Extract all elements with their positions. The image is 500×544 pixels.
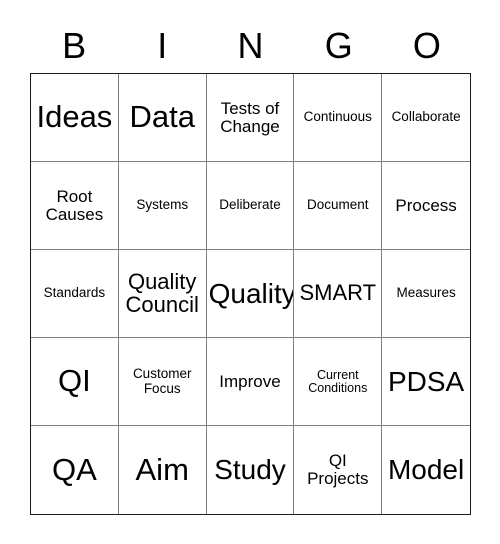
bingo-cell-label: QI Projects xyxy=(307,451,369,488)
bingo-header-letter-b: B xyxy=(62,24,87,66)
bingo-cell-label: Study xyxy=(214,454,286,486)
bingo-header-row: B I N G O xyxy=(30,18,471,73)
bingo-cell-label: Collaborate xyxy=(391,109,461,125)
bingo-cell-label: Standards xyxy=(43,285,106,301)
bingo-header-letter-n: N xyxy=(237,24,264,66)
bingo-cell[interactable]: Tests of Change xyxy=(206,74,295,162)
bingo-cell[interactable]: Deliberate xyxy=(206,162,295,250)
bingo-cell[interactable]: Standards xyxy=(31,250,119,338)
bingo-cell[interactable]: Aim xyxy=(118,426,207,514)
bingo-cell-label: Aim xyxy=(135,451,189,487)
bingo-cell[interactable]: Quality xyxy=(206,250,295,338)
bingo-header-letter-g: G xyxy=(324,24,353,66)
bingo-cell[interactable]: QI xyxy=(31,338,119,426)
bingo-cell[interactable]: QA xyxy=(31,426,119,514)
bingo-cell[interactable]: Ideas xyxy=(31,74,119,162)
bingo-header-letter-o: O xyxy=(412,24,441,66)
bingo-cell-label: Quality xyxy=(208,277,295,309)
bingo-cell-label: Current Conditions xyxy=(308,367,368,395)
bingo-cell[interactable]: Current Conditions xyxy=(294,338,383,426)
bingo-cell-label: Improve xyxy=(219,371,281,391)
bingo-cell-label: Model xyxy=(387,454,465,486)
bingo-cell-label: Tests of Change xyxy=(220,98,280,136)
bingo-cell[interactable]: Collaborate xyxy=(382,74,470,162)
bingo-cell[interactable]: Document xyxy=(294,162,383,250)
bingo-cell[interactable]: Customer Focus xyxy=(118,338,207,426)
bingo-cell-label: Customer Focus xyxy=(132,366,192,396)
bingo-cell-label: Measures xyxy=(396,285,456,301)
bingo-cell-label: Deliberate xyxy=(219,197,281,213)
bingo-cell-label: QI xyxy=(58,363,91,399)
bingo-grid: Ideas Data Tests of Change Continuous Co… xyxy=(30,73,471,515)
bingo-cell-label: Document xyxy=(307,197,369,213)
bingo-cell-label: Ideas xyxy=(36,99,113,135)
bingo-cell-label: Data xyxy=(129,99,195,135)
bingo-cell[interactable]: Data xyxy=(118,74,207,162)
bingo-cell[interactable]: QI Projects xyxy=(294,426,383,514)
bingo-cell[interactable]: Root Causes xyxy=(31,162,119,250)
bingo-cell-label: PDSA xyxy=(387,365,465,397)
bingo-cell[interactable]: PDSA xyxy=(382,338,470,426)
bingo-cell-label: SMART xyxy=(299,280,377,306)
bingo-cell[interactable]: Measures xyxy=(382,250,470,338)
bingo-header-letter-i: I xyxy=(157,24,168,66)
bingo-cell-label: Quality Council xyxy=(125,268,199,317)
bingo-cell[interactable]: Quality Council xyxy=(118,250,207,338)
bingo-cell-label: QA xyxy=(52,451,97,487)
bingo-cell[interactable]: Continuous xyxy=(294,74,383,162)
bingo-cell[interactable]: Process xyxy=(382,162,470,250)
bingo-cell-label: Root Causes xyxy=(45,186,104,224)
bingo-card: B I N G O Ideas Data Tests of Change Con… xyxy=(0,0,500,544)
bingo-cell[interactable]: Model xyxy=(382,426,470,514)
bingo-cell[interactable]: Systems xyxy=(118,162,207,250)
bingo-cell-label: Systems xyxy=(136,197,189,213)
bingo-cell[interactable]: SMART xyxy=(294,250,383,338)
bingo-cell[interactable]: Study xyxy=(206,426,295,514)
bingo-cell[interactable]: Improve xyxy=(206,338,295,426)
bingo-cell-label: Continuous xyxy=(303,109,372,125)
bingo-cell-label: Process xyxy=(395,195,457,215)
